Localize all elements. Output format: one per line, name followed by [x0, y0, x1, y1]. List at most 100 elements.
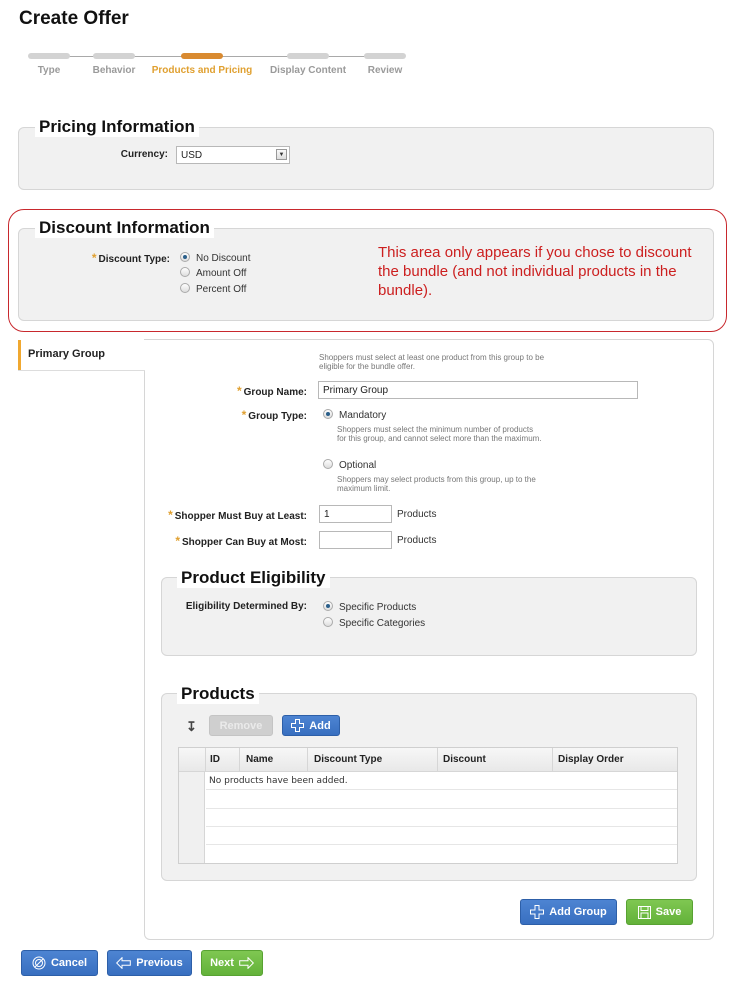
column-header-display-order[interactable]: Display Order	[558, 754, 624, 765]
sort-arrow-icon[interactable]: ↧	[186, 719, 197, 735]
discount-type-label-text: Discount Type:	[98, 254, 170, 265]
option-label: Percent Off	[196, 284, 247, 295]
step-label: Products and Pricing	[151, 65, 253, 76]
remove-label: Remove	[219, 719, 263, 732]
radio-mandatory[interactable]: Mandatory	[323, 409, 386, 421]
previous-button[interactable]: Previous	[107, 950, 192, 976]
option-label: Optional	[339, 460, 377, 471]
radio-specific-categories[interactable]: Specific Categories	[323, 617, 425, 629]
min-quantity-unit: Products	[397, 509, 437, 520]
cancel-button[interactable]: Cancel	[21, 950, 98, 976]
cancel-icon	[32, 956, 46, 970]
previous-label: Previous	[136, 957, 183, 969]
step-label: Review	[367, 65, 403, 76]
table-row	[206, 791, 677, 809]
min-quantity-value: 1	[324, 509, 330, 520]
option-label: Mandatory	[339, 410, 387, 421]
pricing-information-legend: Pricing Information	[35, 117, 199, 137]
radio-icon	[323, 459, 333, 469]
max-quantity-input[interactable]	[319, 531, 392, 549]
arrow-left-icon	[116, 957, 132, 969]
radio-selected-icon	[323, 409, 333, 419]
discount-information-legend: Discount Information	[35, 218, 214, 238]
floppy-disk-icon	[637, 905, 651, 919]
group-type-label: * Group Type:	[200, 408, 307, 422]
radio-specific-products[interactable]: Specific Products	[323, 601, 416, 613]
radio-selected-icon	[180, 252, 190, 262]
currency-label: Currency:	[120, 149, 168, 160]
currency-select[interactable]: USD ▼	[176, 146, 290, 164]
radio-percent-off[interactable]: Percent Off	[180, 283, 246, 295]
column-divider	[205, 748, 206, 772]
arrow-right-icon	[239, 957, 254, 969]
next-button[interactable]: Next	[201, 950, 263, 976]
wizard-step-behavior[interactable]: Behavior	[84, 52, 144, 76]
save-button[interactable]: Save	[626, 899, 693, 925]
column-header-discount-type[interactable]: Discount Type	[314, 754, 382, 765]
mandatory-hint: Shoppers must select the minimum number …	[337, 425, 542, 443]
column-divider	[307, 748, 308, 772]
discount-type-label: * Discount Type:	[70, 251, 170, 265]
column-header-id[interactable]: ID	[210, 754, 220, 765]
currency-value: USD	[181, 150, 203, 161]
group-name-label-text: Group Name:	[243, 387, 307, 398]
required-icon: *	[175, 534, 180, 548]
radio-selected-icon	[323, 601, 333, 611]
page-title: Create Offer	[19, 8, 129, 29]
optional-hint: Shoppers may select products from this g…	[337, 475, 536, 493]
min-quantity-input[interactable]: 1	[319, 505, 392, 523]
group-name-value: Primary Group	[323, 385, 389, 396]
step-bar	[181, 53, 223, 59]
column-divider	[552, 748, 553, 772]
step-bar	[93, 53, 135, 59]
product-eligibility-legend: Product Eligibility	[177, 568, 330, 588]
tab-primary-group[interactable]: Primary Group	[18, 340, 145, 370]
group-intro-text: Shoppers must select at least one produc…	[319, 353, 545, 371]
wizard-step-display-content[interactable]: Display Content	[268, 52, 348, 76]
products-legend: Products	[177, 684, 259, 704]
cancel-label: Cancel	[50, 957, 88, 969]
wizard-step-review[interactable]: Review	[364, 52, 406, 76]
radio-icon	[180, 283, 190, 293]
plus-icon	[291, 719, 305, 732]
table-row	[206, 809, 677, 827]
radio-optional[interactable]: Optional	[323, 459, 376, 471]
step-label: Display Content	[269, 65, 347, 76]
products-table: ID Name Discount Type Discount Display O…	[178, 747, 678, 864]
required-icon: *	[168, 508, 173, 522]
add-group-button[interactable]: Add Group	[520, 899, 617, 925]
tab-divider	[18, 370, 145, 371]
max-quantity-label: * Shopper Can Buy at Most:	[150, 534, 307, 548]
chevron-down-icon[interactable]: ▼	[276, 149, 287, 160]
option-label: Specific Categories	[339, 618, 426, 629]
group-type-label-text: Group Type:	[248, 411, 307, 422]
empty-table-message: No products have been added.	[209, 776, 348, 786]
radio-icon	[323, 617, 333, 627]
plus-icon	[530, 905, 545, 919]
add-product-button[interactable]: Add	[282, 715, 340, 736]
add-group-label: Add Group	[549, 906, 607, 918]
save-label: Save	[655, 906, 682, 918]
wizard-step-products-and-pricing[interactable]: Products and Pricing	[150, 52, 254, 76]
required-icon: *	[91, 251, 97, 265]
wizard-step-type[interactable]: Type	[28, 52, 70, 76]
radio-no-discount[interactable]: No Discount	[180, 252, 250, 264]
radio-icon	[180, 267, 190, 277]
radio-amount-off[interactable]: Amount Off	[180, 267, 246, 279]
max-quantity-label-text: Shopper Can Buy at Most:	[181, 537, 307, 548]
annotation-note: This area only appears if you chose to d…	[378, 244, 692, 299]
step-label: Type	[37, 65, 61, 76]
wizard-progress: Type Behavior Products and Pricing Displ…	[28, 52, 408, 82]
option-label: No Discount	[196, 253, 251, 264]
step-bar	[364, 53, 406, 59]
product-eligibility-panel	[161, 577, 697, 656]
max-quantity-unit: Products	[397, 535, 437, 546]
group-name-input[interactable]: Primary Group	[318, 381, 638, 399]
remove-button[interactable]: Remove	[209, 715, 273, 736]
required-icon: *	[236, 384, 242, 398]
group-name-label: * Group Name:	[200, 384, 307, 398]
column-divider	[437, 748, 438, 772]
step-bar	[28, 53, 70, 59]
column-header-name[interactable]: Name	[246, 754, 273, 765]
column-header-discount[interactable]: Discount	[443, 754, 486, 765]
